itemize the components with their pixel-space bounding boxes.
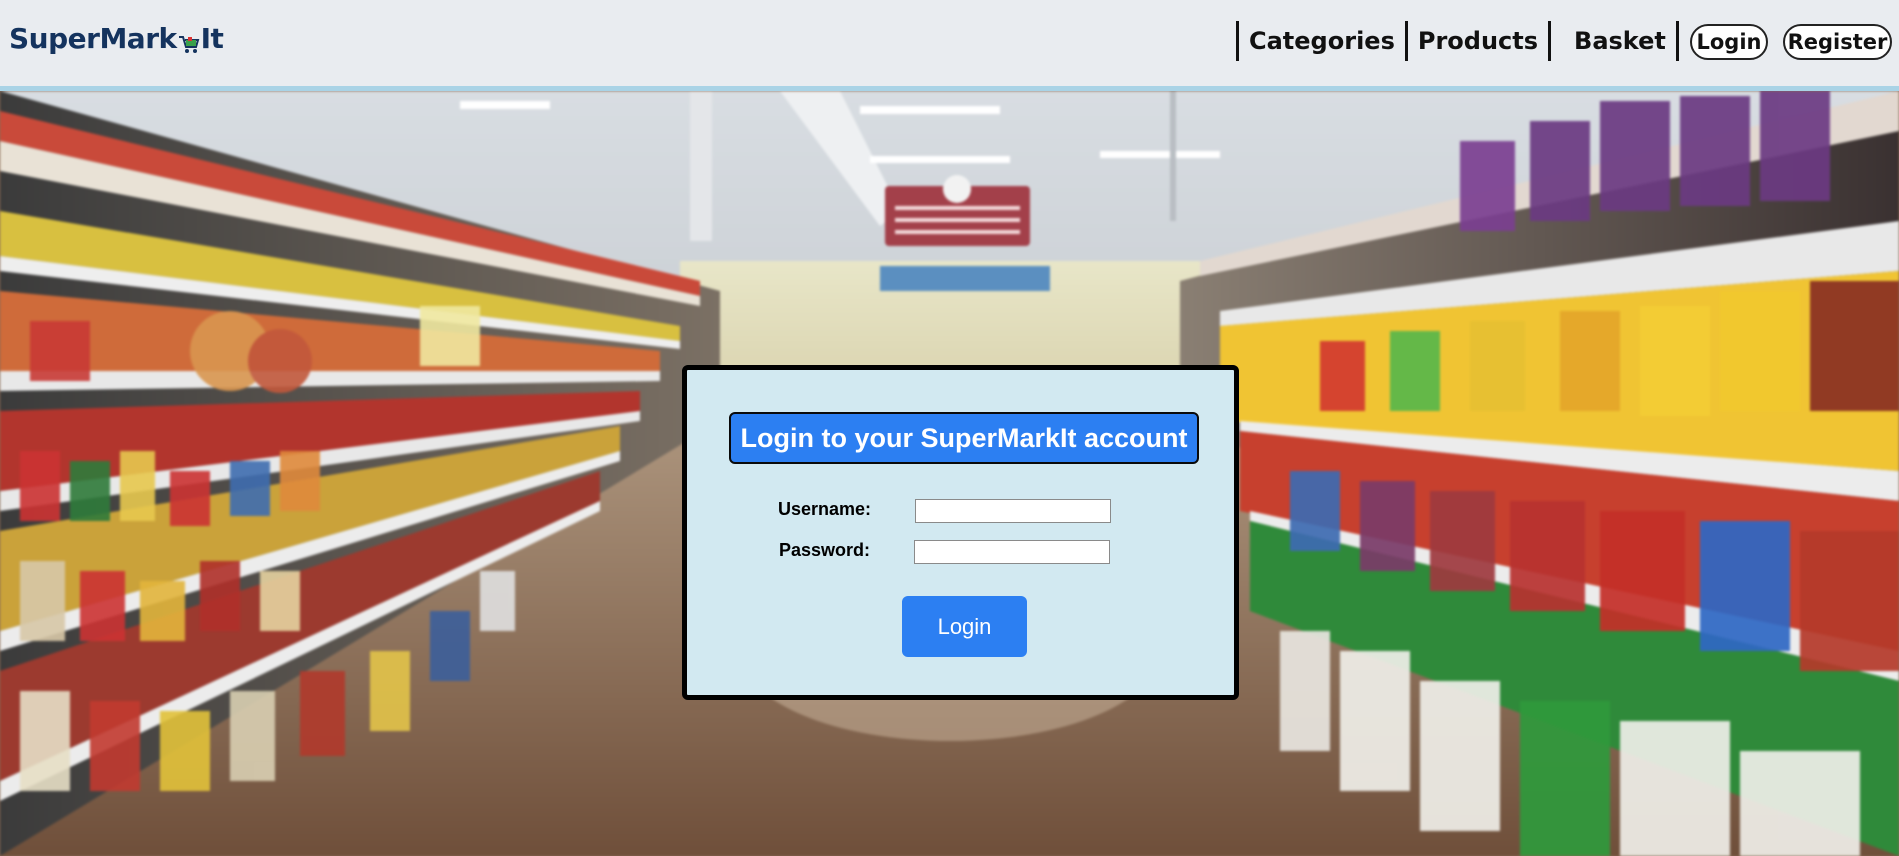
shopping-cart-icon (178, 29, 200, 53)
site-logo[interactable]: SuperMark It (9, 22, 224, 55)
header-register-button[interactable]: Register (1783, 24, 1892, 60)
logo-text-prefix: SuperMark (9, 22, 177, 55)
login-submit-button[interactable]: Login (902, 596, 1027, 657)
page: SuperMark It Categories Products Basket … (0, 0, 1899, 856)
password-input[interactable] (914, 540, 1110, 564)
logo-text-suffix: It (200, 22, 224, 55)
main-nav: Categories Products Basket (1236, 21, 1679, 61)
nav-categories[interactable]: Categories (1236, 21, 1405, 61)
header-login-button[interactable]: Login (1690, 24, 1768, 60)
top-navbar: SuperMark It Categories Products Basket … (0, 0, 1899, 91)
username-input[interactable] (915, 499, 1111, 523)
nav-basket[interactable]: Basket (1548, 21, 1679, 61)
nav-products[interactable]: Products (1404, 21, 1548, 61)
login-card-title: Login to your SuperMarkIt account (729, 412, 1199, 464)
password-label: Password: (778, 540, 870, 560)
login-card: Login to your SuperMarkIt account Userna… (682, 365, 1239, 700)
username-label: Username: (777, 499, 871, 519)
